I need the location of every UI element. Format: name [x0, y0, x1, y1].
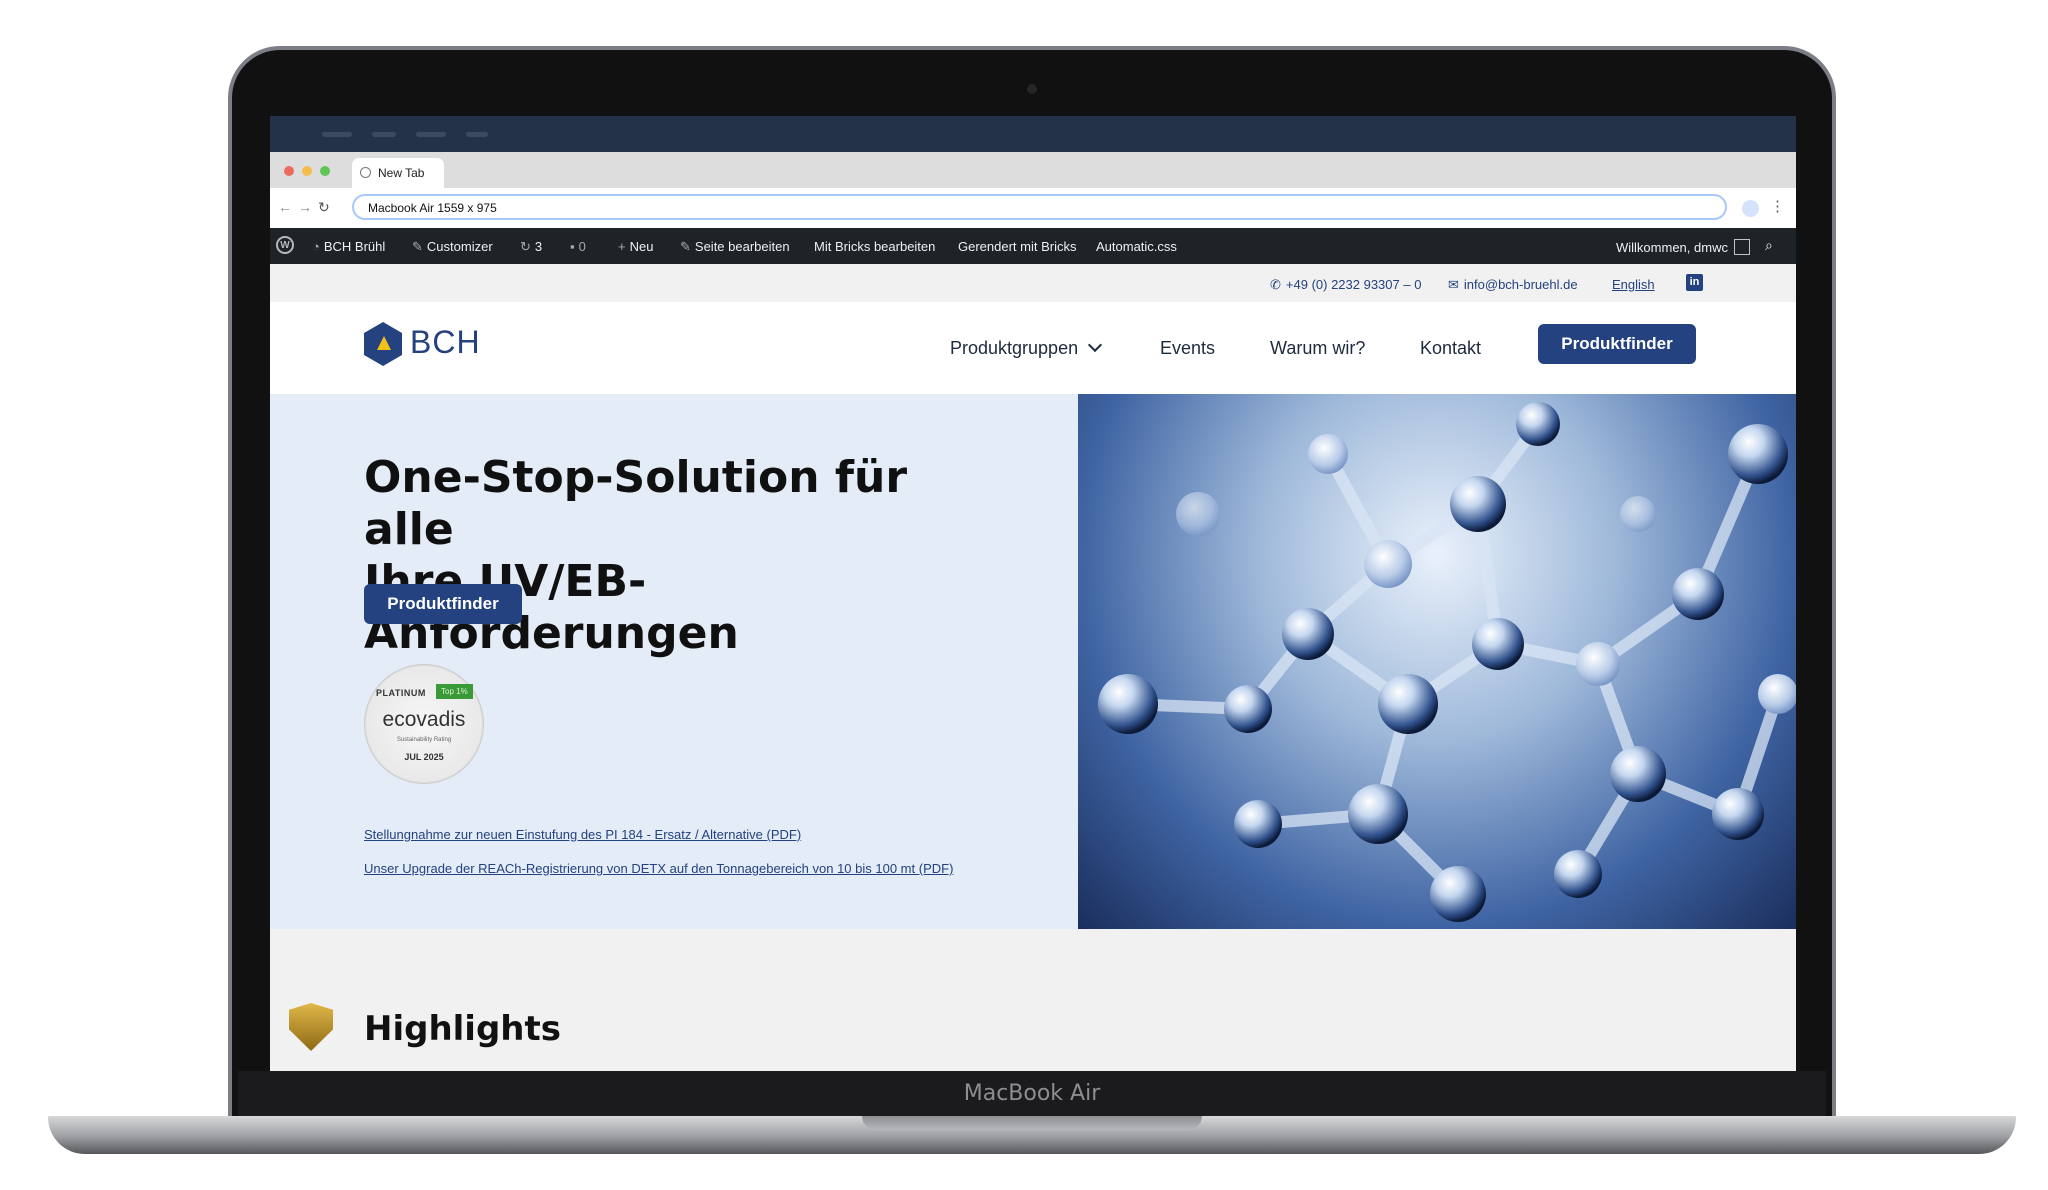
- badge-date: JUL 2025: [404, 752, 444, 762]
- email-link[interactable]: ✉ info@bch-bruehl.de: [1448, 277, 1578, 293]
- wordpress-icon[interactable]: W: [276, 236, 294, 254]
- phone-link[interactable]: ✆ +49 (0) 2232 93307 – 0: [1270, 277, 1421, 293]
- highlights-section: Highlights: [270, 929, 1796, 1071]
- pencil-icon: ✎: [680, 239, 691, 254]
- hero-produktfinder-button[interactable]: Produktfinder: [364, 584, 522, 624]
- nav-kontakt[interactable]: Kontakt: [1420, 338, 1481, 359]
- wp-new[interactable]: + Neu: [618, 239, 653, 254]
- wp-comments[interactable]: ▪ 0: [570, 239, 586, 254]
- zoom-window-button[interactable]: [320, 166, 330, 176]
- wp-admin-bar: W ◔ BCH Brühl ✎ Customizer ↻ 3 ▪ 0 + Neu ✎ Sei…: [270, 228, 1796, 264]
- wp-updates[interactable]: ↻ 3: [520, 239, 542, 255]
- search-icon[interactable]: ⌕: [1765, 237, 1773, 254]
- updates-icon: ↻: [520, 239, 531, 254]
- avatar: [1733, 239, 1750, 255]
- browser-menu-icon[interactable]: ⋮: [1770, 197, 1785, 215]
- mac-menubar: [270, 116, 1796, 152]
- logo-text[interactable]: BCH: [410, 324, 481, 361]
- nav-events[interactable]: Events: [1160, 338, 1215, 359]
- dashboard-icon: ◔: [312, 239, 320, 254]
- language-switch[interactable]: English: [1612, 277, 1655, 292]
- address-bar[interactable]: Macbook Air 1559 x 975: [352, 194, 1727, 220]
- molecule-image: [1078, 394, 1796, 929]
- wp-automatic-css[interactable]: Automatic.css: [1096, 239, 1177, 254]
- brush-icon: ✎: [412, 239, 423, 254]
- forward-arrow-icon[interactable]: →: [298, 199, 312, 215]
- browser-tabbar: New Tab: [270, 152, 1796, 188]
- url-text: Macbook Air 1559 x 975: [368, 201, 497, 215]
- laptop-notch: [862, 1116, 1202, 1130]
- globe-icon: [360, 167, 371, 178]
- wp-rendered-bricks[interactable]: Gerendert mit Bricks: [958, 239, 1076, 254]
- menu-placeholder[interactable]: [416, 132, 446, 137]
- reload-icon[interactable]: ↻: [318, 199, 330, 216]
- site-header: BCH Produktgruppen Events Warum wir? Kon…: [270, 302, 1796, 394]
- badge-top: Top 1%: [436, 684, 473, 699]
- badge-name: ecovadis: [382, 708, 466, 731]
- close-window-button[interactable]: [284, 166, 294, 176]
- wp-edit-bricks[interactable]: Mit Bricks bearbeiten: [814, 239, 935, 254]
- profile-icon[interactable]: [1742, 200, 1759, 217]
- linkedin-icon[interactable]: in: [1686, 274, 1703, 291]
- hero-section: One-Stop-Solution für alle Ihre UV/EB-An…: [270, 394, 1796, 929]
- nav-warum-wir[interactable]: Warum wir?: [1270, 338, 1365, 359]
- ecovadis-badge: PLATINUM Top 1% ecovadis Sustainability …: [364, 664, 484, 784]
- tab-title: New Tab: [378, 166, 425, 180]
- laptop-chin: MacBook Air: [238, 1071, 1826, 1116]
- minimize-window-button[interactable]: [302, 166, 312, 176]
- plus-icon: +: [618, 239, 626, 254]
- hero-title: One-Stop-Solution für alle Ihre UV/EB-An…: [364, 452, 908, 659]
- chevron-down-icon: [1088, 337, 1103, 353]
- badge-subtitle: Sustainability Rating: [396, 737, 452, 743]
- molecule-illustration: [1098, 402, 1796, 922]
- wp-customizer[interactable]: ✎ Customizer: [412, 239, 493, 255]
- apple-icon[interactable]: [284, 125, 300, 143]
- wp-edit-page[interactable]: ✎ Seite bearbeiten: [680, 239, 790, 255]
- wp-account[interactable]: Willkommen, dmwc: [1616, 239, 1750, 255]
- menu-placeholder[interactable]: [466, 132, 488, 137]
- nav-produktgruppen[interactable]: Produktgruppen: [950, 337, 1103, 359]
- pdf-link-pi184[interactable]: Stellungnahme zur neuen Einstufung des P…: [364, 827, 801, 842]
- badge-level: PLATINUM: [376, 688, 426, 698]
- menu-placeholder[interactable]: [372, 132, 396, 137]
- header-produktfinder-button[interactable]: Produktfinder: [1538, 324, 1696, 364]
- tab-new-tab[interactable]: New Tab: [352, 158, 444, 188]
- webcam: [1027, 84, 1037, 94]
- comment-icon: ▪: [570, 239, 575, 254]
- wp-site-name[interactable]: ◔ BCH Brühl: [312, 239, 385, 254]
- menu-placeholder[interactable]: [322, 132, 352, 137]
- shield-icon: [289, 1003, 333, 1051]
- flask-icon: [377, 336, 391, 350]
- back-arrow-icon[interactable]: ←: [278, 199, 292, 215]
- mail-icon: ✉: [1448, 277, 1459, 292]
- phone-icon: ✆: [1270, 277, 1281, 292]
- device-label: MacBook Air: [963, 1081, 1101, 1106]
- top-contact-bar: ✆ +49 (0) 2232 93307 – 0 ✉ info@bch-bruehl…: [270, 264, 1796, 302]
- browser-toolbar: ← → ↻ Macbook Air 1559 x 975 ⋮: [270, 188, 1796, 228]
- screen: New Tab ← → ↻ Macbook Air 1559 x 975 ⋮ W…: [270, 116, 1796, 1071]
- highlights-title: Highlights: [364, 1009, 561, 1049]
- pdf-link-reach-detx[interactable]: Unser Upgrade der REACh-Registrierung vo…: [364, 861, 953, 876]
